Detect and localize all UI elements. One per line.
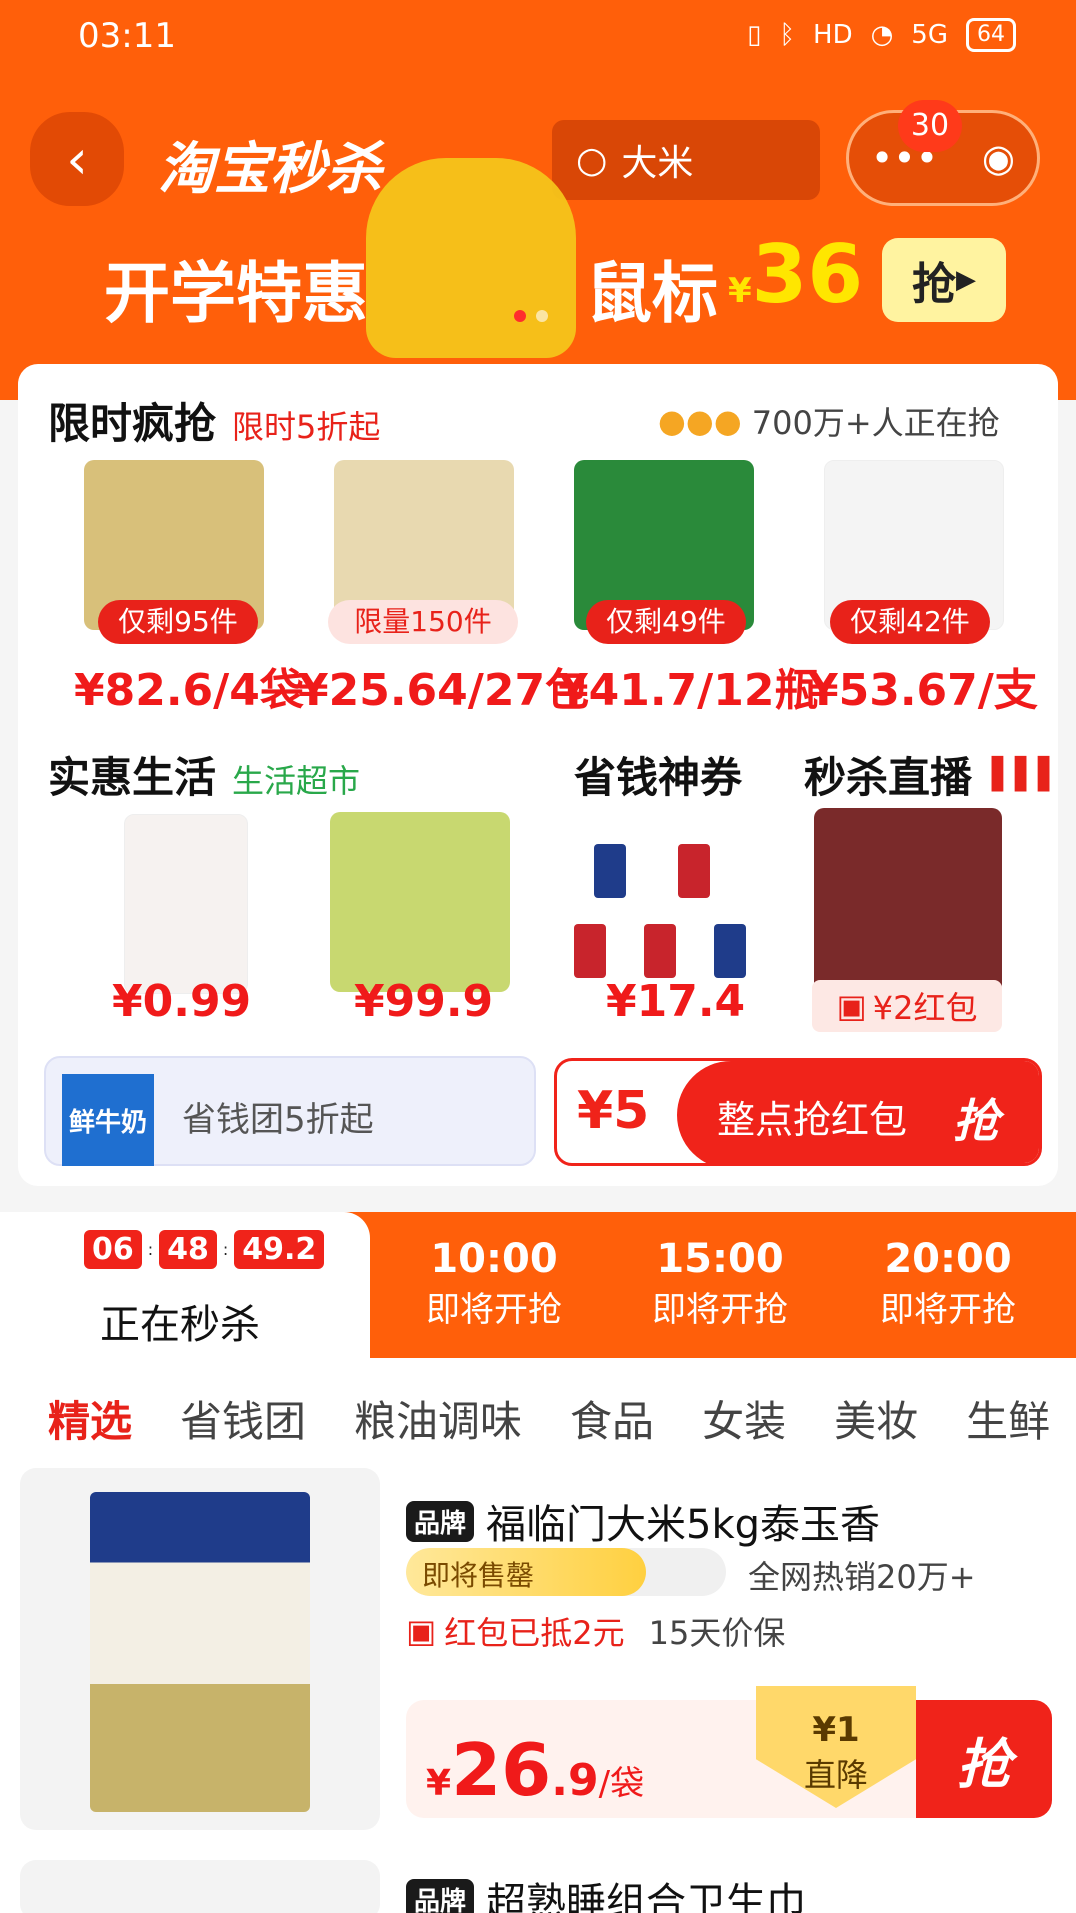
stock-label: 即将售罄 [422,1559,535,1592]
active-label: 正在秒杀 [100,1302,260,1348]
close-target-icon[interactable]: ◉ [982,136,1015,180]
live-redpack-tag[interactable]: ▣ ¥2红包 [812,980,1002,1032]
stock-tag-2: 限量150件 [328,600,518,644]
category-tab-4[interactable]: 食品 [570,1388,654,1449]
hourly-grab-button[interactable]: 抢 [953,1085,999,1151]
price-life-2: ¥99.9 [354,976,494,1027]
time-tab-active[interactable]: 06: 48: 49.2 正在秒杀 [0,1212,370,1362]
search-bar[interactable]: ○ 大米 [552,120,820,200]
promo-card: 限时疯抢 限时5折起 ●●● 700万+人正在抢 仅剩95件 限量150件 仅剩… [18,364,1058,1186]
product-image-next[interactable] [20,1860,380,1913]
backpack-image [366,158,576,358]
product-image-rice-bags[interactable] [330,812,510,992]
wifi-icon: ◔ [870,20,894,50]
category-tab-6[interactable]: 美妆 [834,1388,918,1449]
stock-tag-4: 仅剩42件 [830,600,990,644]
flash-subtitle: 限时5折起 [232,408,381,446]
price-4: ¥53.67/支 [808,665,1038,716]
product-image-coffee-cups[interactable] [574,824,754,994]
taobao-seckill-logo: 淘宝秒杀 [158,137,382,202]
milk-carton-image: 鲜牛奶 [62,1074,154,1166]
price-3: ¥41.7/12瓶 [558,665,819,716]
battery-icon: 64 [966,18,1016,52]
buyers-count: ●●● 700万+人正在抢 [658,402,1000,442]
play-arrow-icon: ▶ [956,265,976,295]
avatar-group-icon: ●●● [658,402,742,440]
vibrate-icon: ▯ [747,20,762,50]
guarantee: 15天价保 [648,1614,786,1652]
search-text: 大米 [621,143,694,184]
coupon-title: 省钱神券 [574,753,743,802]
time-tab-20[interactable]: 20:00 即将开抢 [848,1236,1048,1331]
banner-price: ¥36 [728,228,863,321]
price-life-1: ¥0.99 [112,976,252,1027]
hot-sales: 全网热销20万+ [748,1558,976,1596]
signal-icon: 5G [911,20,948,50]
life-header: 实惠生活 生活超市 [48,744,360,805]
brand-badge: 品牌 [406,1500,475,1542]
product-price: ¥26.9/袋 [426,1728,645,1812]
category-tabs: 精选 省钱团 粮油调味 食品 女装 美妆 生鲜 [48,1388,1050,1449]
flash-header: 限时疯抢 限时5折起 [48,390,380,451]
hourly-amount: ¥5 [577,1081,650,1141]
category-tab-3[interactable]: 粮油调味 [354,1388,522,1449]
hourly-redpack-banner[interactable]: ¥5 整点抢红包 抢 [554,1058,1042,1166]
stock-progress: 即将售罄 [406,1548,726,1596]
time-tab-10[interactable]: 10:00 即将开抢 [394,1236,594,1331]
stock-tag-3: 仅剩49件 [586,600,746,644]
back-button[interactable]: ‹ [30,112,124,206]
price-drop-text: ¥1 直降 [803,1710,868,1794]
notification-badge: 30 [898,100,962,152]
product-image-fulinmen-rice[interactable] [20,1468,380,1830]
category-tab-5[interactable]: 女装 [702,1388,786,1449]
stock-tag-1: 仅剩95件 [98,600,258,644]
life-title: 实惠生活 [48,753,217,802]
price-coupon: ¥17.4 [606,976,746,1027]
brand-badge-next: 品牌 [406,1878,475,1913]
live-bars-icon: ▐▐▐ [980,757,1050,792]
redpack-icon: ▣ [406,1612,437,1650]
coupon-info: ▣ 红包已抵2元 15天价保 [406,1608,785,1654]
redpack-icon: ▣ [836,987,867,1025]
price-1: ¥82.6/4袋 [74,665,304,716]
price-2: ¥25.64/27包 [298,665,590,716]
category-tab-1[interactable]: 精选 [48,1388,132,1449]
banner-dots [514,310,548,322]
banner-text-left[interactable]: 开学特惠 [104,240,368,336]
flash-title: 限时疯抢 [48,399,217,448]
product-name-next[interactable]: 品牌 超熟睡组合卫生巾 [406,1870,806,1913]
hourly-label: 整点抢红包 [717,1098,908,1142]
live-stream-thumbnail[interactable] [814,808,1002,994]
status-time: 03:11 [78,16,176,56]
search-icon: ○ [576,139,608,181]
group-buy-banner[interactable]: 鲜牛奶 省钱团5折起 [44,1056,536,1166]
live-title: 秒杀直播 [804,753,973,802]
banner-grab-button[interactable]: 抢 ▶ [882,238,1006,322]
chevron-left-icon: ‹ [66,127,88,191]
product-name[interactable]: 品牌 福临门大米5kg泰玉香 [406,1492,880,1550]
status-bar-icons: ▯ ᛒ HD ◔ 5G 64 [747,18,1016,52]
group-buy-label: 省钱团5折起 [182,1100,374,1140]
bluetooth-icon: ᛒ [779,20,796,50]
life-subtitle: 生活超市 [232,762,361,800]
category-tab-2[interactable]: 省钱团 [180,1388,306,1449]
hd-icon: HD [813,20,853,50]
live-header: 秒杀直播 ▐▐▐ [804,744,1049,805]
time-tab-15[interactable]: 15:00 即将开抢 [620,1236,820,1331]
product-image-depilatory[interactable] [124,814,248,994]
category-tab-7[interactable]: 生鲜 [966,1388,1050,1449]
banner-text-mid[interactable]: 鼠标 [586,240,718,336]
buy-button[interactable]: 抢 [916,1700,1052,1818]
countdown-timer: 06: 48: 49.2 [84,1230,325,1269]
